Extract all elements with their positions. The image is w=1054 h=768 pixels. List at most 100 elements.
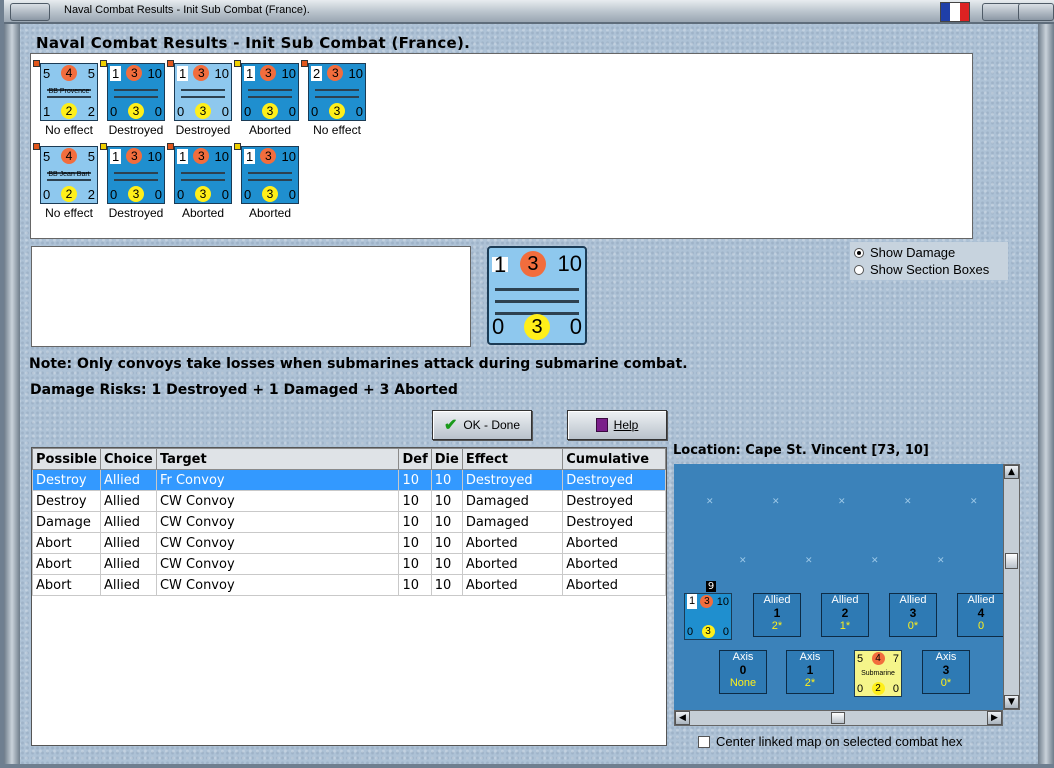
table-cell[interactable]: 10 bbox=[398, 490, 432, 512]
center-map-option[interactable]: Center linked map on selected combat hex bbox=[698, 734, 962, 749]
ok-done-button[interactable]: ✔ OK - Done bbox=[432, 410, 532, 440]
table-cell[interactable]: 10 bbox=[398, 532, 432, 554]
table-row[interactable]: Destroy Allied Fr Convoy 10 10 Destroyed Destr… bbox=[32, 469, 666, 491]
column-header[interactable]: Effect bbox=[461, 448, 564, 470]
table-cell[interactable]: Aborted bbox=[562, 532, 666, 554]
table-cell[interactable]: 10 bbox=[430, 553, 463, 575]
table-cell[interactable]: Damaged bbox=[461, 490, 564, 512]
table-cell[interactable]: Destroy bbox=[32, 469, 101, 491]
result-unit-counter[interactable]: 1 3 10 0 3 0 bbox=[241, 146, 299, 204]
table-row[interactable]: Destroy Allied CW Convoy 10 10 Damaged Destroy… bbox=[32, 490, 666, 512]
table-row[interactable]: Abort Allied CW Convoy 10 10 Aborted Aborted bbox=[32, 574, 666, 596]
table-cell[interactable]: CW Convoy bbox=[155, 532, 400, 554]
ship-silhouette-icon bbox=[248, 84, 292, 100]
vertical-scroll-thumb[interactable] bbox=[1005, 553, 1018, 569]
table-cell[interactable]: CW Convoy bbox=[155, 553, 400, 575]
table-cell[interactable]: Aborted bbox=[562, 553, 666, 575]
show-damage-option[interactable]: Show Damage bbox=[854, 245, 955, 260]
combat-map[interactable]: ✕ ✕ ✕ ✕ ✕ ✕ ✕ ✕ ✕ 9 1 3 10 0 3 0 Allied 1… bbox=[674, 464, 1003, 710]
table-cell[interactable]: Aborted bbox=[461, 553, 564, 575]
table-cell[interactable]: 10 bbox=[430, 469, 463, 491]
show-section-boxes-radio[interactable] bbox=[854, 264, 864, 275]
allied-section-box[interactable]: Allied 2 1* bbox=[821, 593, 869, 637]
column-header[interactable]: Choice bbox=[99, 448, 157, 470]
scroll-up-arrow-icon[interactable]: ▲ bbox=[1004, 465, 1019, 479]
result-unit-counter[interactable]: 1 3 10 0 3 0 bbox=[107, 63, 165, 121]
table-cell[interactable]: Aborted bbox=[562, 574, 666, 596]
system-menu-button[interactable] bbox=[10, 3, 50, 21]
table-cell[interactable]: 10 bbox=[398, 511, 432, 533]
map-stack-unit[interactable]: 1 3 10 0 3 0 bbox=[684, 593, 732, 640]
table-cell[interactable]: Destroy bbox=[32, 490, 101, 512]
table-cell[interactable]: Allied bbox=[99, 511, 157, 533]
axis-section-box[interactable]: Axis 0 None bbox=[719, 650, 767, 694]
table-cell[interactable]: CW Convoy bbox=[155, 511, 400, 533]
axis-section-box[interactable]: Axis 3 0* bbox=[922, 650, 970, 694]
table-cell[interactable]: 10 bbox=[430, 511, 463, 533]
result-unit-counter[interactable]: 1 3 10 0 3 0 bbox=[174, 146, 232, 204]
show-damage-radio[interactable] bbox=[854, 247, 864, 258]
table-cell[interactable]: Abort bbox=[32, 574, 101, 596]
table-cell[interactable]: Destroyed bbox=[562, 490, 666, 512]
scroll-down-arrow-icon[interactable]: ▼ bbox=[1004, 695, 1019, 709]
table-cell[interactable]: Abort bbox=[32, 553, 101, 575]
map-horizontal-scrollbar[interactable]: ◀ ▶ bbox=[674, 710, 1003, 726]
section-label: Axis bbox=[732, 651, 754, 663]
table-row[interactable]: Abort Allied CW Convoy 10 10 Aborted Aborted bbox=[32, 553, 666, 575]
result-unit-counter[interactable]: 1 3 10 0 3 0 bbox=[174, 63, 232, 121]
result-unit-counter[interactable]: 2 3 10 0 3 0 bbox=[308, 63, 366, 121]
scroll-right-arrow-icon[interactable]: ▶ bbox=[987, 711, 1002, 725]
show-section-boxes-option[interactable]: Show Section Boxes bbox=[854, 262, 989, 277]
column-header[interactable]: Target bbox=[155, 448, 400, 470]
close-button[interactable] bbox=[1018, 3, 1054, 21]
table-cell[interactable]: Destroyed bbox=[461, 469, 564, 491]
table-cell[interactable]: 10 bbox=[430, 490, 463, 512]
column-header[interactable]: Die bbox=[430, 448, 463, 470]
table-cell[interactable]: Aborted bbox=[461, 532, 564, 554]
column-header[interactable]: Def bbox=[398, 448, 432, 470]
table-row[interactable]: Abort Allied CW Convoy 10 10 Aborted Aborted bbox=[32, 532, 666, 554]
center-map-checkbox[interactable] bbox=[698, 735, 710, 748]
table-cell[interactable]: 10 bbox=[430, 574, 463, 596]
table-cell[interactable]: Allied bbox=[99, 490, 157, 512]
stack-unit-attack: 3 bbox=[700, 595, 714, 608]
table-cell[interactable]: CW Convoy bbox=[155, 574, 400, 596]
horizontal-scroll-thumb[interactable] bbox=[831, 712, 845, 724]
counter-bottom-row: 030 bbox=[177, 186, 229, 202]
help-button[interactable]: Help bbox=[567, 410, 667, 440]
map-submarine-unit[interactable]: 5 4 7 Submarine 0 2 0 bbox=[854, 650, 902, 697]
table-cell[interactable]: 10 bbox=[398, 553, 432, 575]
table-cell[interactable]: 10 bbox=[398, 574, 432, 596]
counter-defense: 2 bbox=[61, 186, 77, 202]
result-unit-counter[interactable]: 1 3 10 0 3 0 bbox=[241, 63, 299, 121]
result-unit-counter[interactable]: 5 4 5 BB Provence 1 2 2 bbox=[40, 63, 98, 121]
allied-section-box[interactable]: Allied 3 0* bbox=[889, 593, 937, 637]
result-unit-counter[interactable]: 1 3 10 0 3 0 bbox=[107, 146, 165, 204]
column-header[interactable]: Cumulative bbox=[562, 448, 666, 470]
table-cell[interactable]: 10 bbox=[398, 469, 432, 491]
column-header[interactable]: Possible bbox=[32, 448, 101, 470]
map-vertical-scrollbar[interactable]: ▲ ▼ bbox=[1003, 464, 1020, 710]
allied-section-box[interactable]: Allied 4 0 bbox=[957, 593, 1003, 637]
table-cell[interactable]: Damage bbox=[32, 511, 101, 533]
table-cell[interactable]: Abort bbox=[32, 532, 101, 554]
table-cell[interactable]: Allied bbox=[99, 469, 157, 491]
table-cell[interactable]: 10 bbox=[430, 532, 463, 554]
section-value: 0 bbox=[977, 620, 985, 632]
table-cell[interactable]: Allied bbox=[99, 532, 157, 554]
table-cell[interactable]: Allied bbox=[99, 553, 157, 575]
minimize-button[interactable] bbox=[982, 3, 1022, 21]
table-cell[interactable]: Allied bbox=[99, 574, 157, 596]
table-cell[interactable]: Aborted bbox=[461, 574, 564, 596]
table-cell[interactable]: Destroyed bbox=[562, 469, 666, 491]
table-cell[interactable]: Fr Convoy bbox=[155, 469, 400, 491]
result-unit-counter[interactable]: 5 4 5 BB Jean Bart 0 2 2 bbox=[40, 146, 98, 204]
scroll-left-arrow-icon[interactable]: ◀ bbox=[675, 711, 690, 725]
table-cell[interactable]: Damaged bbox=[461, 511, 564, 533]
table-cell[interactable]: Destroyed bbox=[562, 511, 666, 533]
allied-section-box[interactable]: Allied 1 2* bbox=[753, 593, 801, 637]
table-row[interactable]: Damage Allied CW Convoy 10 10 Damaged Destroye… bbox=[32, 511, 666, 533]
help-label: Help bbox=[613, 418, 639, 432]
table-cell[interactable]: CW Convoy bbox=[155, 490, 400, 512]
axis-section-box[interactable]: Axis 1 2* bbox=[786, 650, 834, 694]
